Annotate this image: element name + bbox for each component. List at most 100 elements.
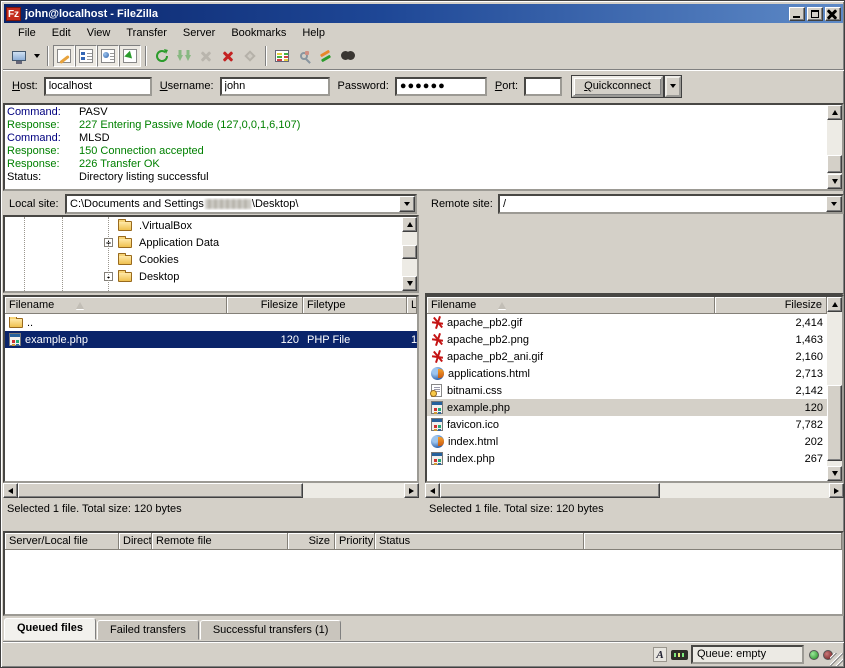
disconnect-button[interactable] <box>217 45 239 67</box>
scroll-up-button[interactable] <box>827 105 842 120</box>
speed-limits-icon[interactable] <box>671 650 688 660</box>
password-input[interactable] <box>395 77 487 96</box>
column-header-size[interactable]: Size <box>288 533 335 550</box>
transfer-queue-list[interactable]: Server/Local file Directi... Remote file… <box>3 531 844 616</box>
menu-file[interactable]: File <box>10 25 44 41</box>
file-row-parent-directory[interactable]: .. <box>5 314 417 331</box>
file-row[interactable]: favicon.ico 7,782 <box>427 416 827 433</box>
column-header-filesize[interactable]: Filesize <box>715 297 827 314</box>
menu-edit[interactable]: Edit <box>44 25 79 41</box>
toggle-queue-button[interactable] <box>119 45 141 67</box>
column-header-priority[interactable]: Priority <box>335 533 375 550</box>
column-header-status[interactable]: Status <box>375 533 584 550</box>
scrollbar-thumb[interactable] <box>18 483 303 498</box>
abort-button[interactable] <box>239 45 261 67</box>
menu-bookmarks[interactable]: Bookmarks <box>223 25 294 41</box>
quickconnect-button[interactable]: Quickconnect <box>572 76 663 97</box>
tree-item-desktop[interactable]: -Desktop <box>5 268 417 285</box>
remote-status-text: Selected 1 file. Total size: 120 bytes <box>425 500 844 518</box>
scrollbar-thumb[interactable] <box>440 483 660 498</box>
remote-site-dropdown[interactable] <box>826 196 842 212</box>
column-header-filename[interactable]: Filename <box>427 297 715 314</box>
scroll-up-button[interactable] <box>827 297 842 312</box>
site-manager-button[interactable] <box>8 45 30 67</box>
scroll-right-button[interactable] <box>404 483 419 498</box>
local-tree-scrollbar[interactable] <box>402 217 417 291</box>
file-row[interactable]: apache_pb2.gif 2,414 <box>427 314 827 331</box>
remote-site-combobox[interactable]: / <box>498 194 844 214</box>
scroll-left-button[interactable] <box>425 483 440 498</box>
message-log-viewport[interactable]: Command:PASV Response:227 Entering Passi… <box>5 105 826 189</box>
app-icon[interactable]: Fz <box>6 7 21 21</box>
minimize-button[interactable] <box>789 7 805 21</box>
tree-item-cookies[interactable]: Cookies <box>5 251 417 268</box>
remote-list-hscrollbar[interactable] <box>425 483 844 498</box>
tree-item-application-data[interactable]: +Application Data <box>5 234 417 251</box>
local-list-hscrollbar[interactable] <box>3 483 419 498</box>
close-button[interactable] <box>825 7 841 21</box>
cancel-button[interactable] <box>195 45 217 67</box>
file-row[interactable]: applications.html 2,713 <box>427 365 827 382</box>
file-row[interactable]: bitnami.css 2,142 <box>427 382 827 399</box>
scroll-down-button[interactable] <box>827 466 842 481</box>
local-directory-tree[interactable]: .VirtualBox +Application Data Cookies -D… <box>3 215 419 293</box>
host-input[interactable] <box>44 77 152 96</box>
column-header-direction[interactable]: Directi... <box>119 533 152 550</box>
tab-failed-transfers[interactable]: Failed transfers <box>97 620 199 640</box>
column-header-filename[interactable]: Filename <box>5 297 227 314</box>
remote-list-scrollbar[interactable] <box>827 297 842 481</box>
file-row-example-php[interactable]: example.php 120 PHP File 1 <box>5 331 417 348</box>
column-header-filetype[interactable]: Filetype <box>303 297 407 314</box>
find-files-button[interactable] <box>337 45 359 67</box>
refresh-button[interactable] <box>151 45 173 67</box>
menu-help[interactable]: Help <box>294 25 333 41</box>
synchronized-browsing-button[interactable] <box>293 45 315 67</box>
file-row[interactable]: apache_pb2_ani.gif 2,160 <box>427 348 827 365</box>
port-input[interactable] <box>524 77 562 96</box>
directory-comparison-button[interactable] <box>271 45 293 67</box>
column-header-filesize[interactable]: Filesize <box>227 297 303 314</box>
scrollbar-thumb[interactable] <box>827 385 842 461</box>
site-manager-dropdown[interactable] <box>30 45 43 67</box>
column-header-server-local-file[interactable]: Server/Local file <box>5 533 119 550</box>
file-size-cell: 2,414 <box>715 317 827 329</box>
toggle-remote-tree-button[interactable] <box>97 45 119 67</box>
remote-file-list[interactable]: Filename Filesize apache_pb2.gif 2,414 a… <box>425 295 844 483</box>
scroll-down-button[interactable] <box>402 276 417 291</box>
resize-grip[interactable] <box>830 653 843 666</box>
file-row-selected[interactable]: example.php 120 <box>427 399 827 416</box>
column-header-last-modified[interactable]: L <box>407 297 417 314</box>
scroll-up-button[interactable] <box>402 217 417 232</box>
maximize-button[interactable] <box>807 7 823 21</box>
scroll-down-button[interactable] <box>827 174 842 189</box>
local-file-list[interactable]: Filename Filesize Filetype L .. example.… <box>3 295 419 483</box>
arrow-down-icon <box>832 179 838 187</box>
menu-server[interactable]: Server <box>175 25 223 41</box>
file-row[interactable]: index.html 202 <box>427 433 827 450</box>
scroll-left-button[interactable] <box>3 483 18 498</box>
local-site-dropdown[interactable] <box>399 196 415 212</box>
process-queue-button[interactable] <box>173 45 195 67</box>
filter-button[interactable] <box>315 45 337 67</box>
local-site-combobox[interactable]: C:\Documents and Settings\Desktop\ <box>65 194 417 214</box>
column-header-remote-file[interactable]: Remote file <box>152 533 288 550</box>
menu-view[interactable]: View <box>79 25 119 41</box>
file-row[interactable]: apache_pb2.png 1,463 <box>427 331 827 348</box>
quickconnect-dropdown[interactable] <box>665 76 681 97</box>
tab-successful-transfers[interactable]: Successful transfers (1) <box>200 620 342 640</box>
scrollbar-thumb[interactable] <box>402 245 417 259</box>
arrow-down-icon <box>832 471 838 479</box>
titlebar[interactable]: Fz john@localhost - FileZilla <box>4 4 843 23</box>
scrollbar-thumb[interactable] <box>827 155 842 173</box>
toggle-local-tree-button[interactable] <box>75 45 97 67</box>
file-row[interactable]: index.php 267 <box>427 450 827 467</box>
data-type-indicator-icon[interactable]: A <box>653 647 667 662</box>
tree-item-virtualbox[interactable]: .VirtualBox <box>5 217 417 234</box>
toggle-message-log-button[interactable] <box>53 45 75 67</box>
scroll-right-button[interactable] <box>829 483 844 498</box>
menu-transfer[interactable]: Transfer <box>118 25 175 41</box>
log-scrollbar[interactable] <box>827 105 842 189</box>
username-input[interactable] <box>220 77 330 96</box>
tab-queued-files[interactable]: Queued files <box>4 618 96 640</box>
column-label: Filename <box>431 299 476 311</box>
